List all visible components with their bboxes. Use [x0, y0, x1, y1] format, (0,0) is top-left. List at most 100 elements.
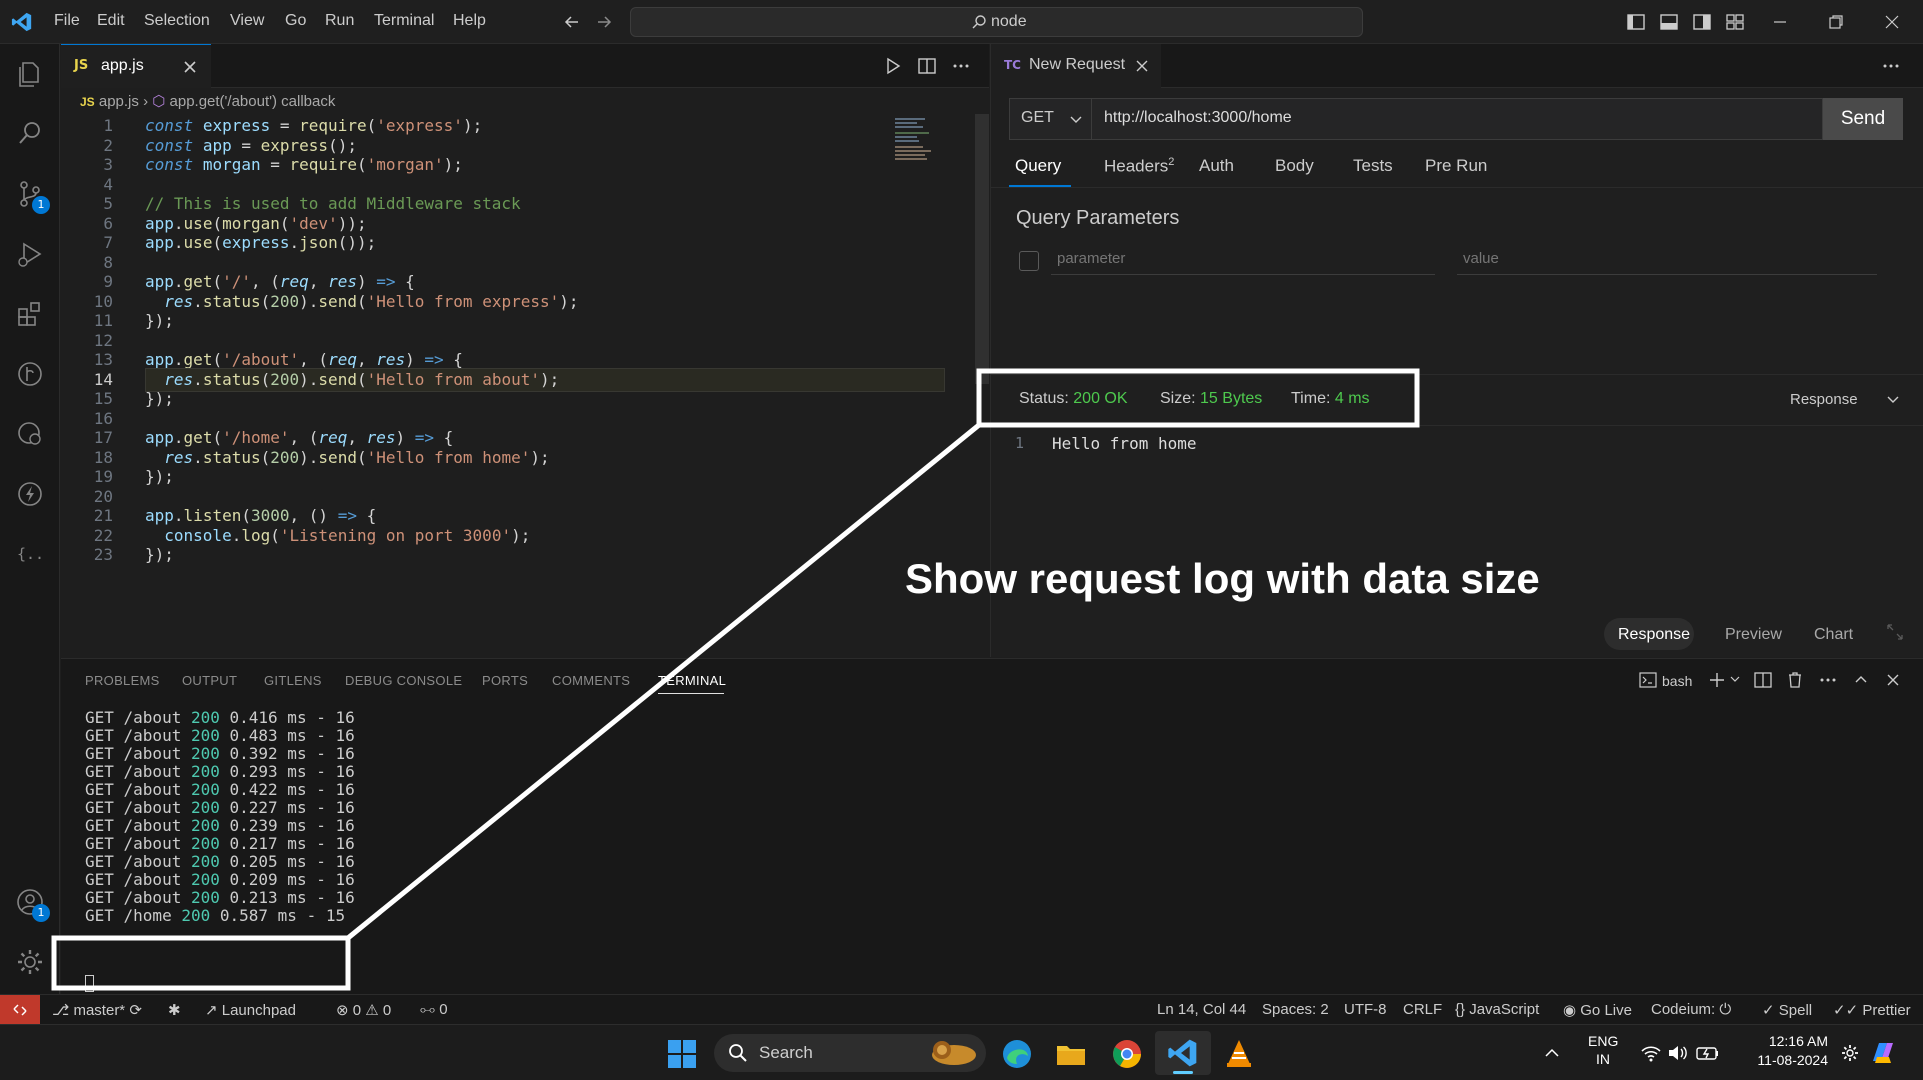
menu-run[interactable]: Run: [325, 12, 354, 30]
tab-query[interactable]: Query: [1015, 156, 1061, 176]
back-arrow-icon[interactable]: [562, 12, 582, 32]
tab-pre-run[interactable]: Pre Run: [1425, 156, 1487, 176]
copilot-icon[interactable]: [1867, 1037, 1899, 1069]
send-button[interactable]: Send: [1823, 98, 1903, 140]
explorer-icon[interactable]: [14, 58, 46, 90]
indentation[interactable]: Spaces: 2: [1262, 1001, 1329, 1018]
response-dropdown[interactable]: Response: [1790, 391, 1858, 408]
tab-body[interactable]: Body: [1275, 156, 1314, 176]
input-language[interactable]: ENG IN: [1588, 1032, 1618, 1068]
param-checkbox[interactable]: [1019, 251, 1039, 271]
tab-ports[interactable]: PORTS: [482, 673, 528, 688]
gitlens-graph-icon[interactable]: ✱: [168, 1001, 181, 1019]
url-input[interactable]: http://localhost:3000/home: [1104, 109, 1292, 127]
tab-chart[interactable]: Chart: [1814, 626, 1853, 644]
minimize-icon[interactable]: [1770, 12, 1790, 32]
tab-output[interactable]: OUTPUT: [182, 673, 237, 688]
spell-check[interactable]: ✓ Spell: [1762, 1001, 1812, 1019]
close-tab-icon[interactable]: [1134, 58, 1150, 74]
language-mode[interactable]: {} JavaScript: [1455, 1001, 1539, 1018]
accounts-icon[interactable]: 1: [14, 886, 50, 922]
tab-auth[interactable]: Auth: [1199, 156, 1234, 176]
maximize-panel-icon[interactable]: [1851, 670, 1871, 690]
editor-scrollbar[interactable]: [975, 114, 989, 384]
wifi-icon[interactable]: [1640, 1043, 1662, 1063]
codeium-status[interactable]: Codeium: ⏻: [1651, 1001, 1731, 1018]
code-line[interactable]: 23});: [61, 543, 989, 567]
menu-go[interactable]: Go: [285, 12, 306, 30]
menu-terminal[interactable]: Terminal: [374, 12, 434, 30]
split-editor-icon[interactable]: [917, 56, 937, 76]
chevron-down-icon[interactable]: [1728, 672, 1742, 686]
taskbar-search[interactable]: Search: [714, 1034, 986, 1072]
trash-icon[interactable]: [1785, 670, 1805, 690]
tab-debug-console[interactable]: DEBUG CONSOLE: [345, 673, 462, 688]
tab-new-request[interactable]: TC New Request: [991, 44, 1161, 88]
more-actions-icon[interactable]: [1818, 670, 1838, 690]
json-braces-icon[interactable]: {...}: [14, 538, 46, 570]
extensions-icon[interactable]: [14, 298, 46, 330]
restore-icon[interactable]: [1826, 12, 1846, 32]
tab-terminal[interactable]: TERMINAL: [658, 673, 726, 688]
prettier-status[interactable]: ✓✓ Prettier: [1833, 1001, 1911, 1019]
end-of-line[interactable]: CRLF: [1403, 1001, 1442, 1018]
edge-browser-icon[interactable]: [1001, 1038, 1033, 1070]
menu-edit[interactable]: Edit: [97, 12, 125, 30]
toggle-panel-icon[interactable]: [1659, 12, 1679, 32]
terminal-output[interactable]: GET /about 200 0.416 ms - 16 GET /about 2…: [61, 707, 1923, 977]
breadcrumb-file[interactable]: app.js: [99, 93, 139, 110]
forward-arrow-icon[interactable]: [594, 12, 614, 32]
tab-headers[interactable]: Headers2: [1104, 156, 1174, 177]
thunder-client-icon[interactable]: [14, 478, 46, 510]
chevron-down-icon[interactable]: [1885, 391, 1901, 407]
menu-view[interactable]: View: [230, 12, 264, 30]
method-select[interactable]: GET: [1010, 99, 1092, 139]
tab-gitlens[interactable]: GITLENS: [264, 673, 322, 688]
encoding[interactable]: UTF-8: [1344, 1001, 1387, 1018]
launchpad-indicator[interactable]: ↗ Launchpad: [205, 1001, 296, 1019]
tab-tests[interactable]: Tests: [1353, 156, 1393, 176]
toggle-primary-sidebar-icon[interactable]: [1626, 12, 1646, 32]
close-window-icon[interactable]: [1882, 12, 1902, 32]
minimap[interactable]: [895, 114, 945, 164]
clock[interactable]: 12:16 AM 11-08-2024: [1728, 1032, 1828, 1070]
run-file-icon[interactable]: [883, 56, 903, 76]
expand-icon[interactable]: [1885, 622, 1905, 642]
param-name-input[interactable]: [1051, 243, 1435, 275]
remote-indicator[interactable]: [0, 995, 40, 1024]
tab-comments[interactable]: COMMENTS: [552, 673, 630, 688]
split-terminal-icon[interactable]: [1753, 670, 1773, 690]
more-actions-icon[interactable]: [951, 56, 971, 76]
code-editor[interactable]: 1 const express = require('express'); 2 con…: [61, 114, 989, 657]
tab-response[interactable]: Response: [1618, 626, 1690, 644]
gitlens-icon[interactable]: [14, 358, 46, 390]
close-tab-icon[interactable]: [181, 58, 199, 76]
menu-selection[interactable]: Selection: [144, 12, 210, 30]
chrome-icon[interactable]: [1111, 1038, 1143, 1070]
param-value-input[interactable]: [1457, 243, 1877, 275]
file-explorer-icon[interactable]: [1055, 1038, 1087, 1070]
battery-icon[interactable]: [1696, 1043, 1720, 1063]
breadcrumb-symbol[interactable]: app.get('/about') callback: [170, 93, 336, 110]
new-terminal-plus-icon[interactable]: [1707, 670, 1727, 690]
response-body[interactable]: Hello from home: [1052, 434, 1197, 453]
source-control-icon[interactable]: 1: [14, 178, 50, 214]
command-center-search[interactable]: node: [630, 7, 1363, 37]
tab-problems[interactable]: PROBLEMS: [85, 673, 160, 688]
windows-start-icon[interactable]: [667, 1039, 697, 1069]
tab-app-js[interactable]: JS app.js: [61, 44, 211, 88]
search-icon[interactable]: [14, 118, 46, 150]
volume-icon[interactable]: [1667, 1043, 1689, 1063]
run-debug-icon[interactable]: [14, 238, 46, 270]
remote-explorer-icon[interactable]: [14, 418, 46, 450]
branch-indicator[interactable]: ⎇ master* ⟳: [52, 1001, 142, 1019]
vlc-icon[interactable]: [1223, 1038, 1255, 1070]
close-panel-icon[interactable]: [1883, 670, 1903, 690]
show-hidden-icons-chevron-icon[interactable]: [1543, 1044, 1561, 1062]
more-actions-icon[interactable]: [1881, 56, 1901, 76]
shell-name[interactable]: bash: [1662, 673, 1692, 689]
toggle-secondary-sidebar-icon[interactable]: [1692, 12, 1712, 32]
menu-file[interactable]: File: [54, 12, 80, 30]
problems-indicator[interactable]: ⊗ 0 ⚠ 0: [336, 1001, 391, 1019]
cursor-position[interactable]: Ln 14, Col 44: [1157, 1001, 1246, 1018]
